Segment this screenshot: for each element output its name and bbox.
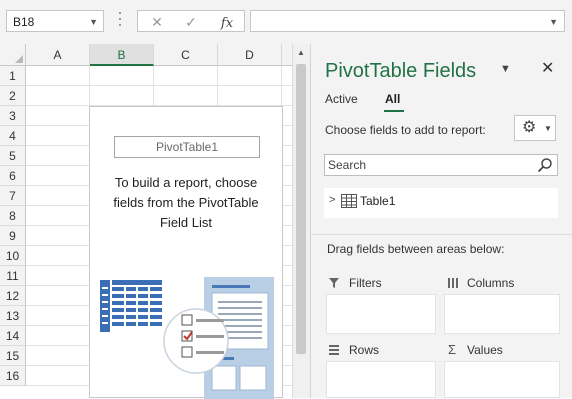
pane-options-icon[interactable]: ▼ (500, 63, 511, 75)
scroll-thumb[interactable] (296, 64, 306, 354)
table-icon (341, 194, 357, 208)
fx-icon: fx (220, 16, 234, 31)
column-header-partial[interactable] (282, 44, 292, 66)
row-header[interactable]: 13 (0, 306, 26, 326)
select-all-button[interactable] (0, 44, 26, 66)
formula-buttons: ✕ ✓ fx (137, 10, 245, 32)
row-header[interactable]: 10 (0, 246, 26, 266)
pivot-illustration-icon (100, 277, 274, 399)
pivot-fields-pane: PivotTable Fields ▼ ✕ Active All Choose … (310, 44, 572, 398)
expand-formula-bar-icon[interactable]: ▼ (549, 17, 558, 27)
drag-fields-label: Drag fields between areas below: (311, 234, 572, 256)
checkbox-illustration (163, 308, 229, 374)
row-header[interactable]: 6 (0, 166, 26, 186)
row-header[interactable]: 15 (0, 346, 26, 366)
gear-icon: ⚙ (522, 119, 537, 136)
column-header-d[interactable]: D (218, 44, 282, 66)
rows-icon (329, 345, 339, 355)
formula-input[interactable]: ▼ (250, 10, 565, 32)
chevron-down-icon: ▼ (544, 124, 552, 133)
insert-function-button[interactable]: fx (214, 13, 240, 31)
search-icon[interactable] (537, 157, 553, 173)
row-header[interactable]: 4 (0, 126, 26, 146)
values-drop-area[interactable] (444, 361, 560, 398)
row-header[interactable]: 14 (0, 326, 26, 346)
close-icon[interactable]: ✕ (541, 58, 554, 78)
row-header[interactable]: 7 (0, 186, 26, 206)
name-box-value: B18 (13, 15, 35, 29)
row-header[interactable]: 9 (0, 226, 26, 246)
scroll-up-icon[interactable]: ▲ (297, 48, 305, 57)
row-header[interactable]: 12 (0, 286, 26, 306)
pane-title: PivotTable Fields (325, 60, 477, 82)
column-header-a[interactable]: A (26, 44, 90, 66)
field-list: > Table1 (324, 188, 558, 218)
row-header[interactable]: 8 (0, 206, 26, 226)
pivot-instructions: To build a report, choose fields from th… (113, 175, 259, 230)
filter-icon (329, 278, 339, 288)
vertical-scrollbar[interactable]: ▲ (292, 44, 310, 398)
search-box[interactable] (324, 154, 558, 176)
choose-fields-label: Choose fields to add to report: (325, 123, 486, 137)
area-label-values: Values (467, 343, 503, 357)
chevron-right-icon[interactable]: > (329, 194, 335, 206)
row-header[interactable]: 16 (0, 366, 26, 386)
area-label-rows: Rows (349, 343, 380, 357)
cancel-button[interactable]: ✕ (144, 13, 170, 31)
formula-bar: B18 ▼ ✕ ✓ fx ▼ (0, 0, 572, 45)
row-header[interactable]: 2 (0, 86, 26, 106)
row-header[interactable]: 5 (0, 146, 26, 166)
tab-selected-indicator (384, 110, 404, 112)
row-header[interactable]: 11 (0, 266, 26, 286)
field-table1[interactable]: Table1 (360, 194, 395, 208)
columns-icon (448, 278, 458, 288)
chevron-down-icon[interactable]: ▼ (89, 17, 98, 27)
sigma-icon: Σ (448, 342, 457, 357)
area-label-filters: Filters (349, 276, 382, 290)
drag-handle[interactable] (118, 12, 122, 32)
area-label-columns: Columns (467, 276, 515, 290)
filters-drop-area[interactable] (326, 294, 436, 334)
enter-button[interactable]: ✓ (178, 13, 204, 31)
row-header[interactable]: 1 (0, 66, 26, 86)
field-settings-button[interactable]: ⚙ ▼ (514, 115, 556, 141)
rows-drop-area[interactable] (326, 361, 436, 398)
search-input[interactable] (328, 157, 528, 173)
pivot-table-placeholder[interactable]: PivotTable1 To build a report, choose fi… (89, 106, 283, 399)
pivot-table-name: PivotTable1 (114, 136, 260, 158)
tab-active[interactable]: Active (325, 92, 358, 106)
columns-drop-area[interactable] (444, 294, 560, 334)
name-box[interactable]: B18 ▼ (6, 10, 104, 32)
tab-all[interactable]: All (385, 92, 400, 106)
column-header-b[interactable]: B (90, 44, 154, 66)
table-illustration (100, 280, 162, 332)
column-header-c[interactable]: C (154, 44, 218, 66)
row-header[interactable]: 3 (0, 106, 26, 126)
